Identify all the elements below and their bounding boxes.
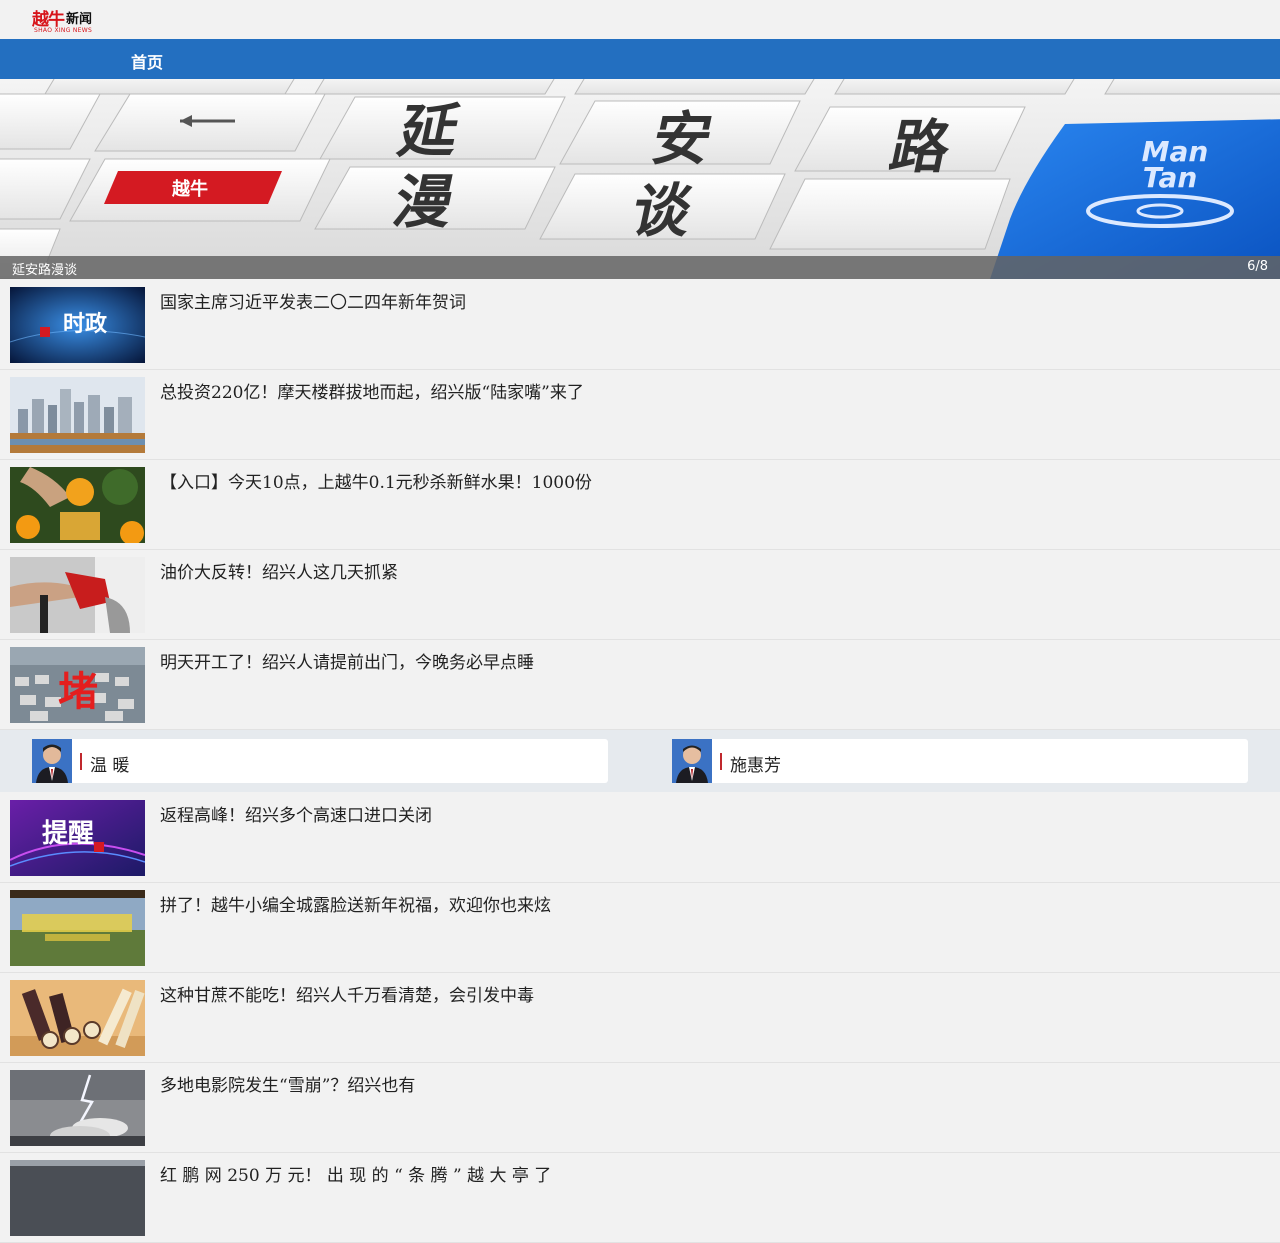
news-thumbnail: [10, 377, 145, 453]
nav-bar: 首页: [0, 39, 1280, 79]
leader-avatar: [672, 739, 712, 783]
news-thumbnail: [10, 1070, 145, 1146]
logo-word: 新闻: [66, 12, 93, 27]
news-thumbnail: [10, 1160, 145, 1236]
news-thumbnail: [10, 890, 145, 966]
thumb-caption: 堵: [58, 668, 98, 715]
banner-keyboard-image: 越牛 延 安 路 漫 谈 Man Tan: [0, 79, 1280, 279]
news-item[interactable]: 多地电影院发生“雪崩”？绍兴也有: [0, 1063, 1280, 1153]
news-item[interactable]: 这种甘蔗不能吃！绍兴人千万看清楚，会引发中毒: [0, 973, 1280, 1063]
banner-caption: 延安路漫谈: [12, 263, 78, 278]
thumb-caption: 时政: [63, 311, 108, 337]
logo-subtitle: SHAO XING NEWS: [34, 27, 93, 34]
news-title: 拼了！越牛小编全城露脸送新年祝福，欢迎你也来炫: [160, 896, 551, 916]
thumb-caption: 提醒: [42, 819, 94, 849]
leaders-strip: 温 暖 施惠芳: [0, 730, 1280, 792]
banner-blue-key-line2: Tan: [1143, 161, 1198, 194]
banner-badge-logo: 越牛: [171, 178, 208, 200]
news-title: 国家主席习近平发表二〇二四年新年贺词: [160, 293, 466, 313]
news-item[interactable]: 油价大反转！绍兴人这几天抓紧: [0, 550, 1280, 640]
news-thumbnail: [10, 467, 145, 543]
news-title: 多地电影院发生“雪崩”？绍兴也有: [160, 1076, 416, 1096]
leader-divider: [80, 753, 82, 770]
news-thumbnail: 提醒: [10, 800, 145, 876]
banner-caption-bar: 延安路漫谈 6/8: [0, 256, 1280, 279]
news-thumbnail: 时政: [10, 287, 145, 363]
leader-name: 施惠芳: [730, 756, 781, 776]
leader-avatar: [32, 739, 72, 783]
news-thumbnail: 堵: [10, 647, 145, 723]
news-title: 油价大反转！绍兴人这几天抓紧: [160, 563, 398, 583]
news-item[interactable]: 提醒 返程高峰！绍兴多个高速口进口关闭: [0, 793, 1280, 883]
news-item[interactable]: 总投资220亿！摩天楼群拔地而起，绍兴版“陆家嘴”来了: [0, 370, 1280, 460]
leader-name: 温 暖: [90, 756, 130, 776]
news-title: 这种甘蔗不能吃！绍兴人千万看清楚，会引发中毒: [160, 986, 534, 1006]
news-item[interactable]: 堵 明天开工了！绍兴人请提前出门，今晚务必早点睡: [0, 640, 1280, 730]
news-title: 明天开工了！绍兴人请提前出门，今晚务必早点睡: [160, 653, 534, 673]
news-thumbnail: [10, 980, 145, 1056]
banner-carousel[interactable]: 越牛 延 安 路 漫 谈 Man Tan 延安路漫谈 6/8: [0, 79, 1280, 279]
leader-card[interactable]: 施惠芳: [672, 739, 1248, 783]
news-title: 返程高峰！绍兴多个高速口进口关闭: [160, 806, 432, 826]
news-item[interactable]: 时政 国家主席习近平发表二〇二四年新年贺词: [0, 280, 1280, 370]
news-item[interactable]: 拼了！越牛小编全城露脸送新年祝福，欢迎你也来炫: [0, 883, 1280, 973]
news-title: 红 鹏 网 250 万 元！ 出 现 的 “ 条 腾 ” 越 大 亭 了: [160, 1166, 552, 1186]
top-bar: 越牛 新闻 SHAO XING NEWS: [0, 0, 1280, 39]
leader-divider: [720, 753, 722, 770]
nav-home-tab[interactable]: 首页: [131, 49, 163, 73]
banner-slide-counter: 6/8: [1247, 259, 1268, 274]
site-logo[interactable]: 越牛 新闻 SHAO XING NEWS: [32, 5, 112, 35]
news-title: 总投资220亿！摩天楼群拔地而起，绍兴版“陆家嘴”来了: [160, 383, 584, 403]
news-thumbnail: [10, 557, 145, 633]
news-item[interactable]: 【入口】今天10点，上越牛0.1元秒杀新鲜水果！1000份: [0, 460, 1280, 550]
news-title: 【入口】今天10点，上越牛0.1元秒杀新鲜水果！1000份: [160, 473, 592, 493]
leader-card[interactable]: 温 暖: [32, 739, 608, 783]
